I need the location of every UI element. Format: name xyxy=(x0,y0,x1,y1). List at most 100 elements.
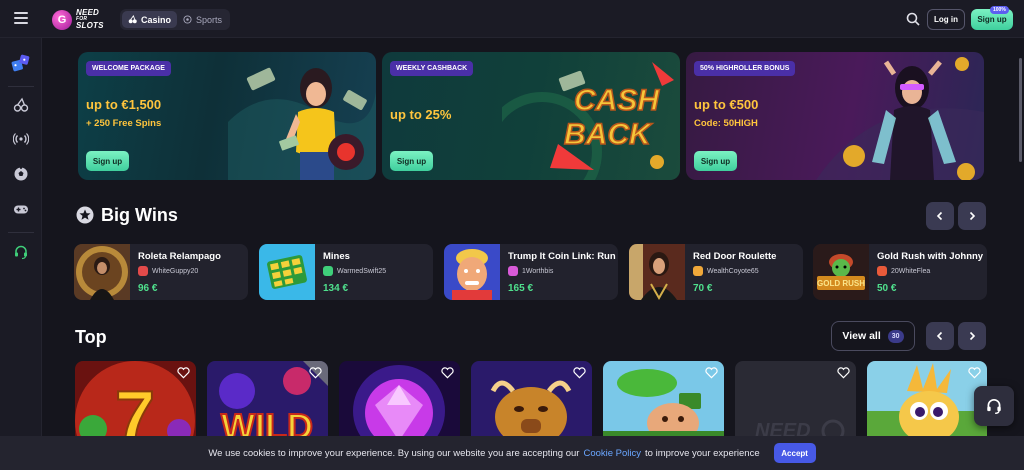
big-win-card[interactable]: Trump It Coin Link: Running Wins 1Worthb… xyxy=(444,244,618,300)
promo-banner-welcome[interactable]: WELCOME PACKAGE up to €1,500 + 250 Free … xyxy=(78,52,376,180)
headset-icon xyxy=(987,399,1001,414)
game-thumbnail xyxy=(74,244,130,300)
heart-icon[interactable] xyxy=(837,367,850,379)
game-thumbnail xyxy=(259,244,315,300)
big-win-card[interactable]: Red Door Roulette WealthCoyote65 70 € xyxy=(629,244,803,300)
live-casino-icon[interactable] xyxy=(0,128,42,150)
game-tile-gem[interactable] xyxy=(339,361,460,441)
svg-text:GOLD RUSH: GOLD RUSH xyxy=(817,279,865,288)
chevron-right-icon xyxy=(969,211,976,221)
big-wins-next-button[interactable] xyxy=(958,202,986,230)
search-icon[interactable] xyxy=(906,12,920,26)
banner-tag: 50% HIGHROLLER BONUS xyxy=(694,61,796,76)
sidebar-divider xyxy=(8,232,34,233)
sidebar xyxy=(0,38,42,470)
big-win-card[interactable]: GOLD RUSH Gold Rush with Johnny Cash 20W… xyxy=(813,244,987,300)
cookie-banner: We use cookies to improve your experienc… xyxy=(0,436,1024,470)
chevron-right-icon xyxy=(969,331,976,341)
promo-art-illustration xyxy=(228,67,376,180)
cherry-icon xyxy=(128,15,137,24)
win-amount: 50 € xyxy=(877,283,897,294)
promo-banner-cashback[interactable]: CASH BACK WEEKLY CASHBACK up to 25% Sign… xyxy=(382,52,680,180)
signup-badge: 100% xyxy=(990,6,1009,14)
win-user: WhiteGuppy20 xyxy=(138,266,198,276)
banner-signup-button[interactable]: Sign up xyxy=(390,151,433,171)
win-user: WarmedSwift25 xyxy=(323,266,386,276)
win-username: 1Worthbis xyxy=(522,267,554,275)
page-scrollbar[interactable] xyxy=(1019,58,1022,162)
accept-cookies-button[interactable]: Accept xyxy=(773,443,816,463)
star-icon xyxy=(76,206,94,224)
win-game-title: Gold Rush with Johnny Cash xyxy=(877,251,985,262)
game-thumbnail xyxy=(629,244,685,300)
game-tile-bird[interactable] xyxy=(867,361,987,441)
view-all-count: 30 xyxy=(887,329,904,343)
cherry-icon[interactable] xyxy=(0,94,42,116)
view-all-button[interactable]: View all 30 xyxy=(831,321,915,351)
heart-icon[interactable] xyxy=(968,367,981,379)
site-logo[interactable]: G NEED FOR SLOTS xyxy=(52,9,104,30)
logo-icon: G xyxy=(52,9,72,30)
cashback-art-word: BACK xyxy=(564,118,653,151)
game-tile-leprechaun[interactable] xyxy=(603,361,724,441)
win-user: 20WhiteFlea xyxy=(877,266,930,276)
promo-banner-highroller[interactable]: 50% HIGHROLLER BONUS up to €500 Code: 50… xyxy=(686,52,984,180)
user-avatar-icon xyxy=(138,266,148,276)
game-tile-sevens[interactable]: 7 xyxy=(75,361,196,441)
login-button[interactable]: Log in xyxy=(927,9,965,30)
menu-icon[interactable] xyxy=(14,12,28,24)
cookie-policy-link[interactable]: Cookie Policy xyxy=(583,448,641,459)
logo-text: NEED FOR SLOTS xyxy=(76,9,104,30)
highroller-illustration xyxy=(816,57,984,180)
win-username: 20WhiteFlea xyxy=(891,267,931,275)
logo-line: SLOTS xyxy=(76,21,104,30)
game-thumbnail: GOLD RUSH xyxy=(813,244,869,300)
heart-icon[interactable] xyxy=(573,367,586,379)
win-username: WhiteGuppy20 xyxy=(152,267,199,275)
product-switcher: Casino Sports xyxy=(120,9,231,30)
win-user: 1Worthbis xyxy=(508,266,553,276)
heart-icon[interactable] xyxy=(705,367,718,379)
win-amount: 70 € xyxy=(693,283,713,294)
top-bar: G NEED FOR SLOTS Casino Sports Log in Si… xyxy=(0,0,1024,38)
game-tile-wild[interactable]: WILD xyxy=(207,361,328,441)
top-next-button[interactable] xyxy=(958,322,986,350)
game-thumbnail xyxy=(444,244,500,300)
svg-text:7: 7 xyxy=(115,377,155,441)
promotions-icon[interactable] xyxy=(0,52,42,74)
tab-sports[interactable]: Sports xyxy=(177,11,228,28)
banner-signup-button[interactable]: Sign up xyxy=(86,151,129,171)
big-wins-prev-button[interactable] xyxy=(926,202,954,230)
user-avatar-icon xyxy=(877,266,887,276)
banner-subline: Code: 50HIGH xyxy=(694,118,758,129)
support-chat-button[interactable] xyxy=(974,386,1014,426)
heart-icon[interactable] xyxy=(177,367,190,379)
banner-headline: up to €1,500 xyxy=(86,97,162,112)
support-headset-icon[interactable] xyxy=(0,241,42,263)
tab-label: Casino xyxy=(141,14,172,25)
soccer-ball-icon[interactable] xyxy=(0,163,42,185)
win-amount: 96 € xyxy=(138,283,158,294)
sidebar-divider xyxy=(8,86,34,87)
cashback-art-word: CASH xyxy=(574,84,660,117)
banner-tag: WEEKLY CASHBACK xyxy=(390,61,474,76)
win-game-title: Mines xyxy=(323,251,350,262)
banner-tag: WELCOME PACKAGE xyxy=(86,61,171,76)
gamepad-icon[interactable] xyxy=(0,198,42,220)
heart-icon[interactable] xyxy=(309,367,322,379)
view-all-label: View all xyxy=(842,330,881,342)
big-win-card[interactable]: Roleta Relampago WhiteGuppy20 96 € xyxy=(74,244,248,300)
cookie-text: We use cookies to improve your experienc… xyxy=(208,447,580,459)
win-game-title: Roleta Relampago xyxy=(138,251,221,262)
cookie-text: to improve your experience xyxy=(645,447,760,459)
top-prev-button[interactable] xyxy=(926,322,954,350)
tab-casino[interactable]: Casino xyxy=(122,11,178,28)
banner-headline: up to €500 xyxy=(694,97,759,112)
heart-icon[interactable] xyxy=(441,367,454,379)
win-user: WealthCoyote65 xyxy=(693,266,759,276)
banner-signup-button[interactable]: Sign up xyxy=(694,151,737,171)
win-username: WealthCoyote65 xyxy=(707,267,759,275)
game-tile-buffalo[interactable] xyxy=(471,361,592,441)
game-tile-placeholder[interactable]: NEED xyxy=(735,361,856,441)
big-win-card[interactable]: Mines WarmedSwift25 134 € xyxy=(259,244,433,300)
